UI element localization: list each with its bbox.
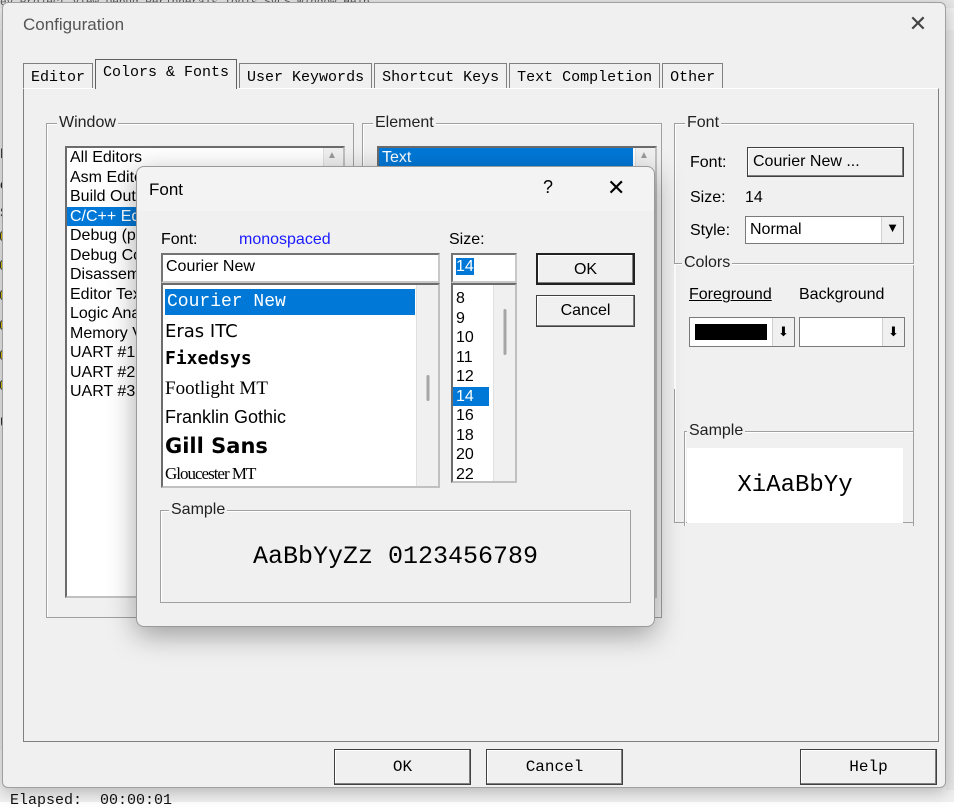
window-group-label: Window [57,114,118,132]
style-dropdown[interactable]: Normal ▼ [745,216,904,244]
tab-strip: Editor Colors & Fonts User Keywords Shor… [23,59,725,89]
font-item[interactable]: Footlight MT [165,375,268,403]
font-name-label: Font: [161,231,198,248]
foreground-color-picker[interactable]: ⬇ [689,317,795,347]
font-item-selected[interactable]: Courier New [165,289,415,315]
font-ok-button[interactable]: OK [536,253,635,285]
font-dialog: Font ? ✕ Font: monospaced Size: Courier … [136,166,655,627]
chevron-down-icon[interactable]: ▼ [881,217,903,243]
font-label: Font: [690,154,727,171]
list-item-selected[interactable]: Text [379,148,633,168]
font-item[interactable]: Franklin Gothic [165,403,286,431]
font-group-label: Font [685,114,722,132]
colors-group: Colors Foreground Background ⬇ ⬇ [674,254,914,389]
font-size-list[interactable]: 8 9 10 11 12 14 16 18 20 22 [451,283,517,483]
tab-text-completion[interactable]: Text Completion [509,63,661,89]
background-label: Background [799,286,885,303]
dialog-title: Configuration [23,15,125,34]
font-item[interactable]: Gill Sans [165,431,268,461]
size-value: 14 [745,189,763,206]
colors-group-label: Colors [682,254,733,272]
cancel-button[interactable]: Cancel [486,749,623,785]
ok-button[interactable]: OK [334,749,471,785]
sample-group: Sample XiAaBbYy [684,422,914,526]
elapsed-status: Elapsed: 00:00:01 [10,792,173,809]
tab-colors-fonts[interactable]: Colors & Fonts [95,59,238,89]
font-item[interactable]: Eras ITC [165,319,238,345]
font-size-input-value: 14 [456,258,474,275]
element-group-label: Element [373,114,436,132]
font-list-scrollbar[interactable] [416,285,438,486]
font-sample-text: AaBbYyZz 0123456789 [252,542,539,571]
background-swatch [805,324,877,340]
tab-editor[interactable]: Editor [23,63,94,89]
background-right-panel [946,30,954,790]
font-name-input[interactable]: Courier New [161,253,440,283]
font-size-input[interactable]: 14 [451,253,517,283]
scroll-up-icon[interactable]: ▲ [639,150,649,161]
font-dialog-titlebar: Font ? ✕ [137,167,654,211]
tab-user-keywords[interactable]: User Keywords [239,63,373,89]
close-icon[interactable]: ✕ [607,175,625,201]
dropdown-arrow-icon[interactable]: ⬇ [772,318,794,346]
size-label: Size: [690,189,726,206]
sample-group-label: Sample [687,422,746,440]
font-face-list[interactable]: Courier New Eras ITC Fixedsys Footlight … [161,283,440,488]
dropdown-arrow-icon[interactable]: ⬇ [882,318,904,346]
size-item-selected[interactable]: 14 [453,386,489,406]
scroll-thumb[interactable] [426,375,429,401]
foreground-swatch [695,324,767,340]
scroll-up-icon[interactable]: ▲ [327,150,337,161]
help-icon[interactable]: ? [543,177,553,198]
close-icon[interactable]: ✕ [905,11,931,37]
font-dialog-title: Font [149,180,184,199]
foreground-label: Foreground [689,286,772,303]
tab-other[interactable]: Other [662,63,724,89]
style-label: Style: [690,222,731,239]
font-item[interactable]: Fixedsys [165,345,252,373]
size-list-scrollbar[interactable] [493,285,515,481]
font-item[interactable]: Gloucester MT [165,461,256,486]
help-button[interactable]: Help [800,749,937,785]
font-hint: monospaced [239,231,331,248]
font-cancel-button[interactable]: Cancel [536,295,635,327]
font-picker-button[interactable]: Courier New ... [747,147,904,177]
background-color-picker[interactable]: ⬇ [799,317,905,347]
sample-text: XiAaBbYy [687,448,903,523]
font-sample-group: Sample AaBbYyZz 0123456789 [160,501,631,603]
font-size-label: Size: [449,231,485,248]
tab-shortcut-keys[interactable]: Shortcut Keys [374,63,508,89]
list-item[interactable]: All Editors [67,148,343,168]
style-dropdown-value: Normal [750,221,802,238]
scroll-thumb[interactable] [503,309,506,355]
